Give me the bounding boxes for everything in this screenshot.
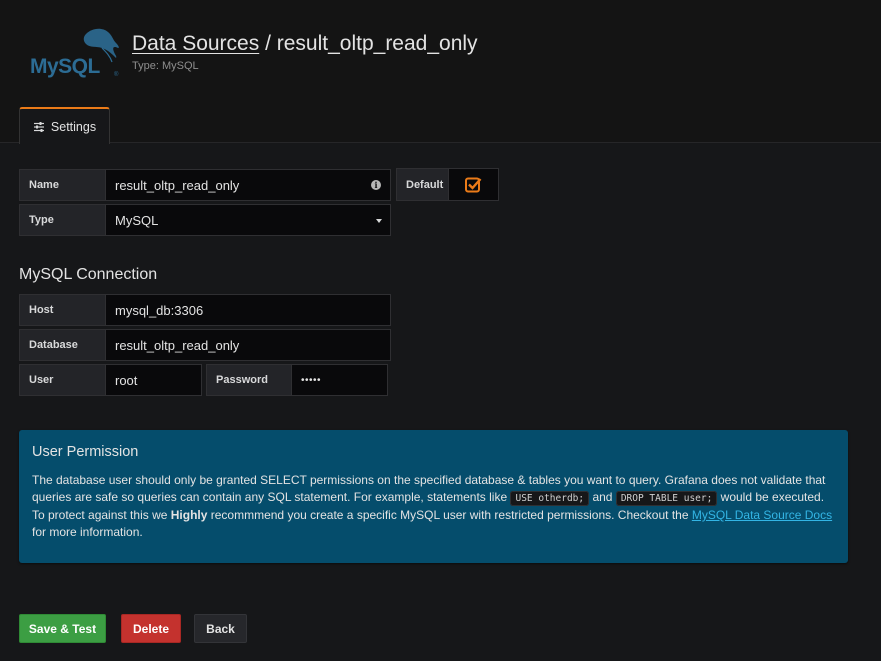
delete-button[interactable]: Delete	[121, 614, 181, 643]
mysql-docs-link[interactable]: MySQL Data Source Docs	[692, 508, 832, 522]
page-title: Data Sources / result_oltp_read_only	[132, 32, 478, 56]
type-select[interactable]: MySQL	[105, 204, 391, 236]
type-label: Type	[19, 204, 106, 236]
sliders-icon	[33, 121, 44, 132]
tab-settings[interactable]: Settings	[19, 107, 110, 144]
host-input[interactable]: mysql_db:3306	[105, 294, 391, 326]
alert-bold-highly: Highly	[170, 508, 208, 522]
type-select-value: MySQL	[115, 212, 159, 228]
datasource-type-subtitle: Type: MySQL	[132, 60, 199, 72]
name-input-value: result_oltp_read_only	[115, 177, 240, 193]
code-use-otherdb: USE otherdb;	[510, 491, 590, 506]
tab-settings-label: Settings	[50, 119, 97, 134]
back-button[interactable]: Back	[194, 614, 247, 643]
name-input[interactable]: result_oltp_read_only i	[105, 169, 391, 201]
user-input[interactable]: root	[105, 364, 202, 396]
database-input[interactable]: result_oltp_read_only	[105, 329, 391, 361]
mysql-logo: MySQL ®	[28, 26, 123, 84]
database-label: Database	[19, 329, 106, 361]
svg-text:MySQL: MySQL	[30, 55, 101, 78]
default-label: Default	[396, 168, 449, 201]
user-permission-alert: User Permission The database user should…	[19, 430, 848, 563]
page-header: MySQL ® Data Sources / result_oltp_read_…	[0, 0, 881, 144]
save-and-test-button[interactable]: Save & Test	[19, 614, 106, 643]
user-label: User	[19, 364, 106, 396]
caret-down-icon	[376, 219, 382, 223]
name-label: Name	[19, 169, 106, 201]
svg-text:®: ®	[114, 71, 119, 78]
host-label: Host	[19, 294, 106, 326]
breadcrumb-data-sources-link[interactable]: Data Sources	[132, 32, 259, 55]
breadcrumb-separator: /	[259, 32, 277, 55]
checkbox-checked-icon	[465, 177, 482, 193]
alert-text: recommmend you create a specific MySQL u…	[207, 508, 692, 522]
datasource-title: result_oltp_read_only	[276, 32, 478, 55]
alert-text: and	[589, 490, 616, 504]
alert-text: for more information.	[32, 525, 143, 539]
default-checkbox[interactable]	[448, 168, 499, 201]
alert-title: User Permission	[32, 444, 139, 460]
mysql-connection-heading: MySQL Connection	[19, 266, 158, 283]
code-drop-table: DROP TABLE user;	[615, 491, 718, 506]
password-label: Password	[206, 364, 292, 396]
alert-body: The database user should only be granted…	[32, 472, 835, 541]
info-icon[interactable]: i	[371, 180, 381, 190]
password-input[interactable]: •••••	[291, 364, 388, 396]
